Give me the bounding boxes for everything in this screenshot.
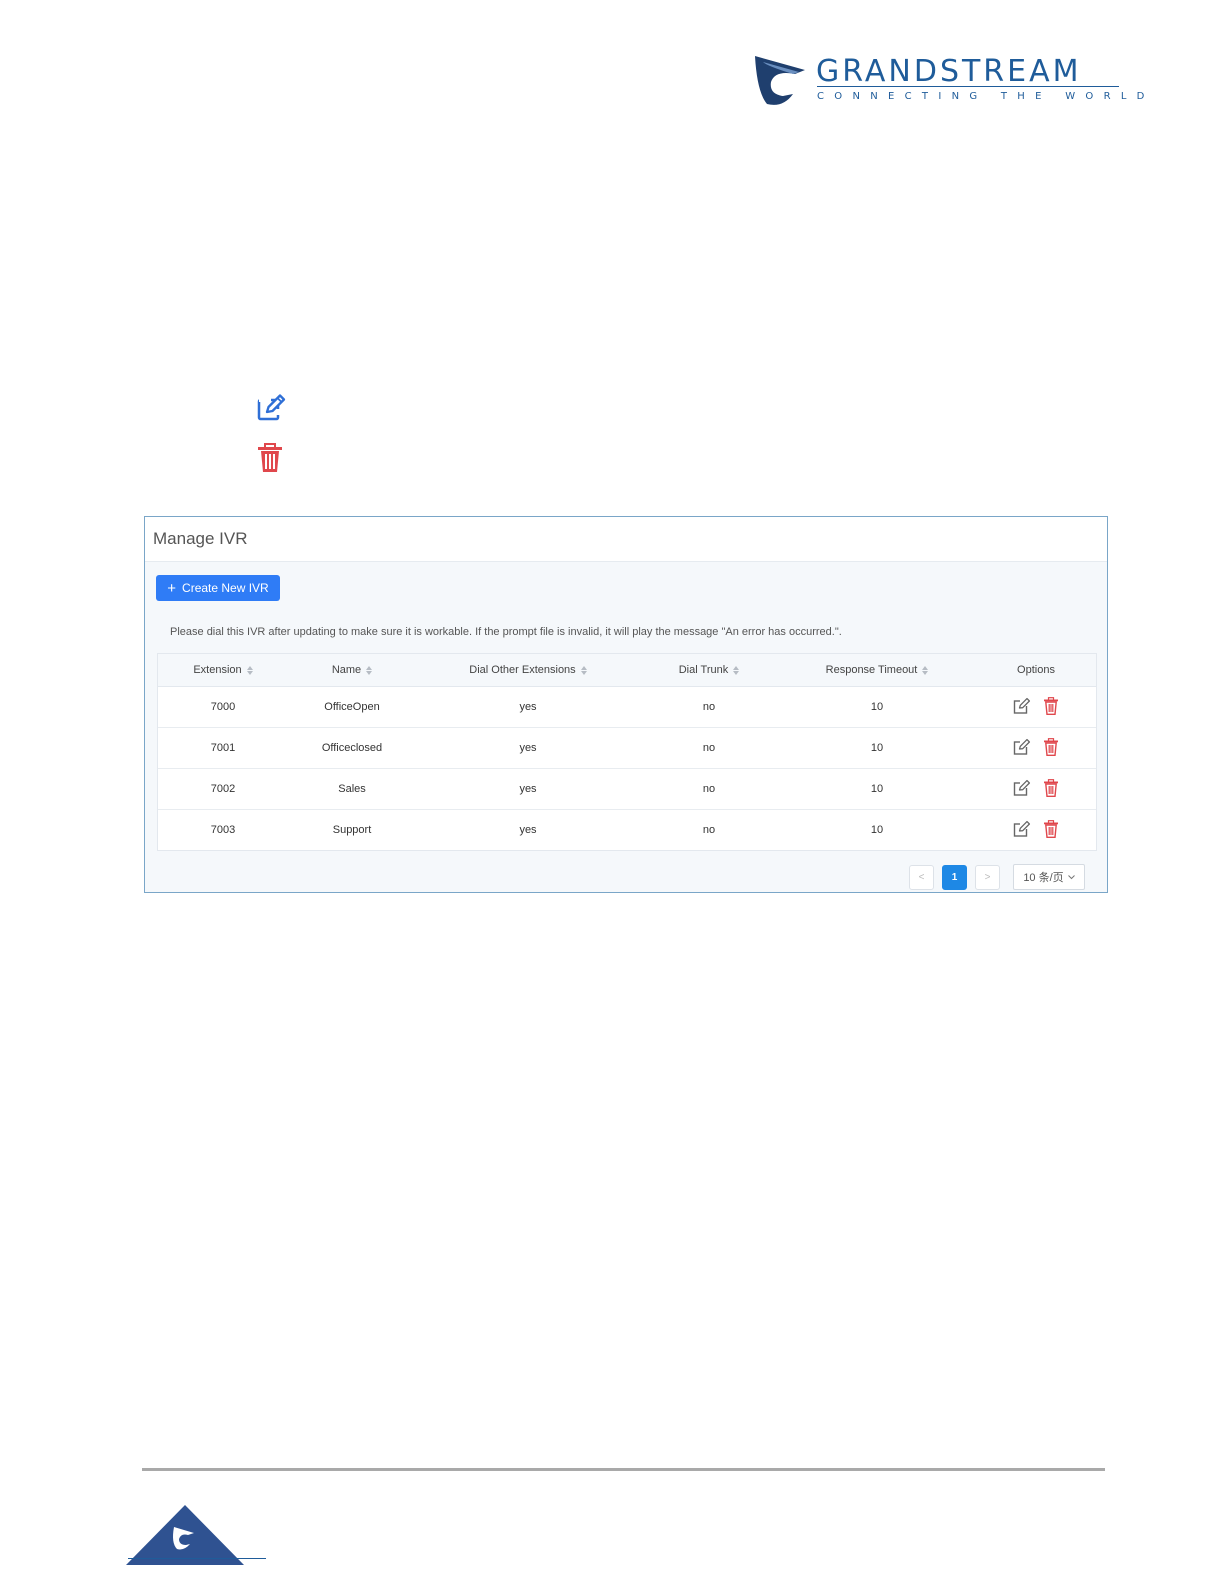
cell-name: Support xyxy=(332,824,372,836)
edit-icon[interactable] xyxy=(1013,779,1031,800)
cell-options xyxy=(976,778,1096,800)
table-row: 7001 Officeclosed yes no 10 xyxy=(158,728,1096,769)
cell-response-timeout: 10 xyxy=(870,783,884,795)
delete-icon[interactable] xyxy=(1043,819,1059,841)
create-new-ivr-label: Create New IVR xyxy=(182,581,269,595)
grandstream-logo: GRANDSTREAM CONNECTING THE WORLD xyxy=(753,52,1144,110)
edit-icon xyxy=(256,393,286,428)
page-1-button[interactable]: 1 xyxy=(942,864,967,890)
cell-dial-other-extensions: yes xyxy=(519,824,537,836)
footer-divider xyxy=(142,1468,1105,1471)
footer-underline xyxy=(128,1558,266,1559)
chevron-down-icon xyxy=(1067,871,1075,883)
ivr-table: Extension Name Dial Other Extensions Dia… xyxy=(157,653,1097,851)
sort-icon[interactable] xyxy=(366,665,373,675)
delete-icon xyxy=(256,443,284,478)
cell-dial-other-extensions: yes xyxy=(519,701,537,713)
pagination: < 1 > 10 条/页 xyxy=(909,864,1085,890)
edit-icon[interactable] xyxy=(1013,820,1031,841)
table-row: 7000 OfficeOpen yes no 10 xyxy=(158,687,1096,728)
ivr-notice: Please dial this IVR after updating to m… xyxy=(170,626,842,638)
sort-icon[interactable] xyxy=(580,665,587,675)
column-name[interactable]: Name xyxy=(288,664,416,676)
delete-icon[interactable] xyxy=(1043,778,1059,800)
brand-name: GRANDSTREAM xyxy=(816,54,1082,89)
brand-divider xyxy=(817,86,1119,87)
sort-icon[interactable] xyxy=(246,665,253,675)
cell-response-timeout: 10 xyxy=(870,824,884,836)
column-label: Options xyxy=(1017,664,1055,676)
column-label: Response Timeout xyxy=(825,664,918,676)
next-page-button[interactable]: > xyxy=(975,864,1000,890)
panel-title: Manage IVR xyxy=(153,529,248,548)
delete-icon[interactable] xyxy=(1043,737,1059,759)
cell-options xyxy=(976,696,1096,718)
column-response-timeout[interactable]: Response Timeout xyxy=(778,664,976,676)
column-extension[interactable]: Extension xyxy=(158,664,288,676)
grandstream-logo-mark-icon xyxy=(755,56,805,105)
delete-icon[interactable] xyxy=(1043,696,1059,718)
column-label: Extension xyxy=(193,664,242,676)
cell-extension: 7003 xyxy=(210,824,236,836)
page-size-select[interactable]: 10 条/页 xyxy=(1013,864,1085,890)
cell-response-timeout: 10 xyxy=(870,742,884,754)
create-new-ivr-button[interactable]: + Create New IVR xyxy=(156,575,280,601)
column-label: Dial Other Extensions xyxy=(469,664,576,676)
column-dial-trunk[interactable]: Dial Trunk xyxy=(640,664,778,676)
cell-dial-trunk: no xyxy=(702,783,716,795)
manage-ivr-panel: Manage IVR + Create New IVR Please dial … xyxy=(144,516,1108,893)
edit-icon[interactable] xyxy=(1013,738,1031,759)
column-options: Options xyxy=(976,664,1096,676)
table-row: 7003 Support yes no 10 xyxy=(158,810,1096,850)
plus-icon: + xyxy=(167,579,177,597)
cell-name: Sales xyxy=(338,783,366,795)
panel-header: Manage IVR xyxy=(145,517,1107,562)
cell-options xyxy=(976,737,1096,759)
table-row: 7002 Sales yes no 10 xyxy=(158,769,1096,810)
cell-extension: 7000 xyxy=(210,701,236,713)
page-size-value: 10 条/页 xyxy=(1023,872,1064,884)
cell-extension: 7001 xyxy=(210,742,236,754)
footer-logo xyxy=(126,1503,244,1570)
cell-response-timeout: 10 xyxy=(870,701,884,713)
cell-dial-trunk: no xyxy=(702,824,716,836)
table-header: Extension Name Dial Other Extensions Dia… xyxy=(158,654,1096,687)
prev-page-button[interactable]: < xyxy=(909,864,934,890)
cell-extension: 7002 xyxy=(210,783,236,795)
cell-dial-other-extensions: yes xyxy=(519,783,537,795)
column-dial-other-extensions[interactable]: Dial Other Extensions xyxy=(416,664,640,676)
brand-tagline: CONNECTING THE WORLD xyxy=(817,91,1155,102)
cell-name: Officeclosed xyxy=(321,742,383,754)
sort-icon[interactable] xyxy=(733,665,740,675)
cell-dial-trunk: no xyxy=(702,742,716,754)
cell-options xyxy=(976,819,1096,841)
edit-icon[interactable] xyxy=(1013,697,1031,718)
sort-icon[interactable] xyxy=(922,665,929,675)
cell-dial-trunk: no xyxy=(702,701,716,713)
column-label: Name xyxy=(331,664,362,676)
cell-dial-other-extensions: yes xyxy=(519,742,537,754)
column-label: Dial Trunk xyxy=(678,664,729,676)
cell-name: OfficeOpen xyxy=(324,701,380,713)
